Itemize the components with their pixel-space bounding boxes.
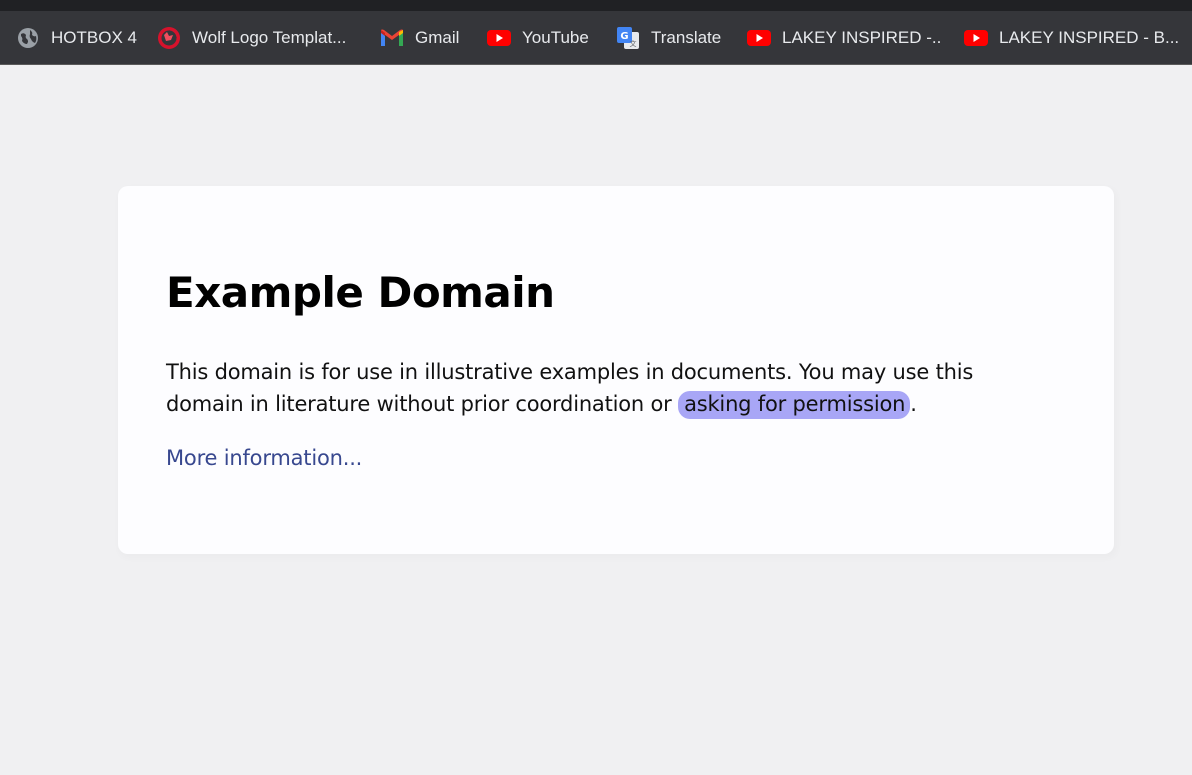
page-title: Example Domain bbox=[166, 268, 555, 317]
globe-icon bbox=[16, 26, 40, 50]
more-information-link[interactable]: More information... bbox=[166, 442, 362, 474]
bookmark-label: LAKEY INSPIRED - B... bbox=[999, 27, 1180, 47]
gmail-icon bbox=[380, 26, 404, 50]
bookmark-hotbox[interactable]: HOTBOX 4 bbox=[12, 22, 141, 54]
bookmark-label: Translate bbox=[651, 27, 722, 47]
permission-link[interactable]: asking for permission bbox=[678, 391, 911, 419]
page-content: Example Domain This domain is for use in… bbox=[0, 65, 1192, 775]
svg-text:G: G bbox=[620, 31, 628, 42]
bookmark-lakey-inspired-2[interactable]: LAKEY INSPIRED - B... bbox=[960, 22, 1192, 54]
bookmarks-bar: HOTBOX 4 Wolf Logo Templat... Gmail YouT… bbox=[0, 11, 1192, 65]
bookmark-label: HOTBOX 4 bbox=[51, 27, 137, 47]
bookmark-lakey-inspired-1[interactable]: LAKEY INSPIRED -... bbox=[743, 22, 948, 54]
description-paragraph: This domain is for use in illustrative e… bbox=[166, 356, 1016, 420]
content-card: Example Domain This domain is for use in… bbox=[118, 186, 1114, 554]
youtube-icon bbox=[747, 26, 771, 50]
bookmark-gmail[interactable]: Gmail bbox=[376, 22, 471, 54]
bookmark-wolf-logo[interactable]: Wolf Logo Templat... bbox=[153, 22, 364, 54]
wolf-logo-icon bbox=[157, 26, 181, 50]
bookmark-label: LAKEY INSPIRED -... bbox=[782, 27, 942, 47]
youtube-icon bbox=[487, 26, 511, 50]
svg-text:文: 文 bbox=[630, 39, 637, 48]
bookmark-label: Wolf Logo Templat... bbox=[192, 27, 347, 47]
youtube-icon bbox=[964, 26, 988, 50]
google-translate-icon: G 文 bbox=[616, 26, 640, 50]
browser-top-strip bbox=[0, 0, 1192, 11]
bookmark-label: Gmail bbox=[415, 27, 460, 47]
bookmark-translate[interactable]: G 文 Translate bbox=[612, 22, 731, 54]
bookmark-label: YouTube bbox=[522, 27, 589, 47]
description-end: . bbox=[910, 392, 917, 416]
bookmark-youtube[interactable]: YouTube bbox=[483, 22, 600, 54]
